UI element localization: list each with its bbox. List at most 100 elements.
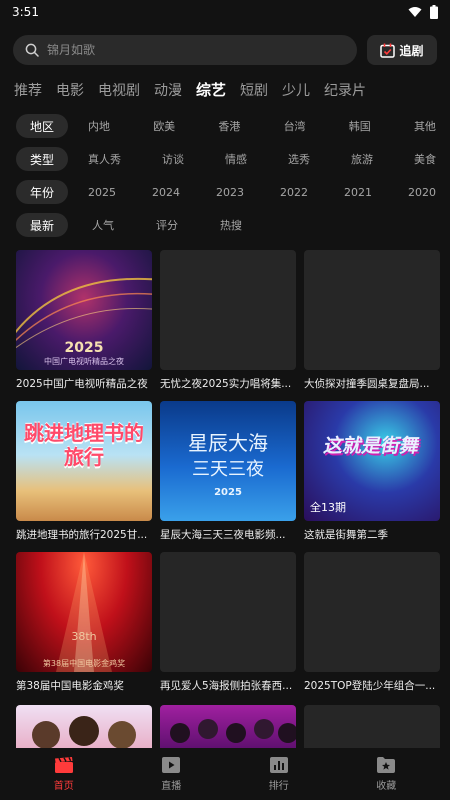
filter-row-type: 类型 真人秀 访谈 情感 选秀 旅游 美食 [16, 147, 442, 171]
content-card[interactable]: 星辰大海 三天三夜 2025 星辰大海三天三夜电影频... [160, 401, 296, 552]
nav-ranking[interactable]: 排行 [239, 756, 319, 792]
play-icon [162, 756, 181, 773]
filter-option[interactable]: 2021 [344, 186, 372, 199]
nav-live[interactable]: 直播 [131, 756, 211, 792]
search-icon [25, 43, 39, 57]
filter-option[interactable]: 情感 [225, 151, 247, 167]
content-card[interactable]: 无忧之夜2025实力唱将集... [160, 250, 296, 401]
poster-placeholder [160, 250, 296, 370]
tab-short-drama[interactable]: 短剧 [240, 80, 268, 100]
poster-image: 2025 中国广电视听精品之夜 [16, 250, 152, 370]
filter-option[interactable]: 2022 [280, 186, 308, 199]
filter-option[interactable]: 台湾 [284, 118, 306, 134]
tab-tv-series[interactable]: 电视剧 [98, 80, 140, 100]
filter-row-year: 年份 2025 2024 2023 2022 2021 2020 [16, 180, 442, 204]
filter-option[interactable]: 欧美 [153, 118, 175, 134]
filter-option[interactable]: 香港 [218, 118, 240, 134]
clapper-icon [54, 756, 73, 773]
status-bar: 3:51 [0, 0, 450, 24]
filter-option[interactable]: 2025 [88, 186, 116, 199]
poster-caption: 中国广电视听精品之夜 [44, 357, 124, 366]
search-row: 追剧 [13, 35, 437, 65]
content-card[interactable]: 大侦探对撞季圆桌复盘局... [304, 250, 440, 401]
content-card[interactable]: 这就是街舞 全13期 这就是街舞第二季 [304, 401, 440, 552]
card-title: 2025中国广电视听精品之夜 [16, 378, 148, 390]
filter-option[interactable]: 热搜 [220, 217, 242, 233]
search-bar[interactable] [13, 35, 357, 65]
content-card[interactable]: 2025TOP登陆少年组合一... [304, 552, 440, 703]
filter-option[interactable]: 2023 [216, 186, 244, 199]
filter-row-sort: 最新 人气 评分 热搜 [16, 213, 442, 237]
poster-caption: 第38届中国电影金鸡奖 [42, 659, 126, 668]
card-title: 第38届中国电影金鸡奖 [16, 680, 124, 692]
nav-label: 首页 [53, 780, 74, 792]
tab-movie[interactable]: 电影 [56, 80, 84, 100]
filter-option[interactable]: 真人秀 [88, 151, 121, 167]
poster-edition: 38th [71, 630, 97, 643]
poster-image[interactable] [16, 705, 152, 748]
tab-kids[interactable]: 少儿 [282, 80, 310, 100]
filter-option[interactable]: 2020 [408, 186, 436, 199]
filter-option[interactable]: 美食 [414, 151, 436, 167]
nav-label: 排行 [268, 780, 289, 792]
card-title: 2025TOP登陆少年组合一... [304, 680, 436, 692]
battery-icon [430, 5, 438, 19]
content-card[interactable]: 跳进地理书的旅行 跳进地理书的旅行2025甘... [16, 401, 152, 552]
wifi-icon [408, 7, 422, 17]
card-title: 这就是街舞第二季 [304, 529, 388, 541]
poster-image: 38th 第38届中国电影金鸡奖 [16, 552, 152, 672]
follow-drama-button[interactable]: 追剧 [367, 35, 437, 65]
nav-home[interactable]: 首页 [24, 756, 104, 792]
poster-subtitle-art: 三天三夜 [192, 459, 264, 480]
poster-placeholder [304, 250, 440, 370]
follow-drama-label: 追剧 [399, 43, 424, 58]
poster-year: 2025 [64, 340, 104, 356]
bottom-nav: 首页 直播 排行 收藏 [0, 748, 450, 800]
poster-image[interactable] [160, 705, 296, 748]
filter-chip-year[interactable]: 年份 [16, 180, 68, 204]
filter-option[interactable]: 内地 [88, 118, 110, 134]
filter-option[interactable]: 人气 [92, 217, 114, 233]
chart-icon [269, 756, 288, 773]
filter-chip-type[interactable]: 类型 [16, 147, 68, 171]
search-input[interactable] [47, 43, 327, 57]
poster-title-art: 这就是街舞 [321, 435, 422, 457]
tab-recommend[interactable]: 推荐 [14, 80, 42, 100]
filter-option[interactable]: 访谈 [162, 151, 184, 167]
tab-documentary[interactable]: 纪录片 [324, 80, 366, 100]
card-title: 再见爱人5海报侧拍张春西... [160, 680, 293, 692]
poster-title-art: 跳进地理书的旅行 [24, 421, 144, 469]
nav-label: 收藏 [376, 780, 397, 792]
poster-image: 星辰大海 三天三夜 2025 [160, 401, 296, 521]
content-card[interactable]: 38th 第38届中国电影金鸡奖 第38届中国电影金鸡奖 [16, 552, 152, 703]
status-time: 3:51 [12, 5, 39, 19]
poster-placeholder [160, 552, 296, 672]
category-tabs: 推荐 电影 电视剧 动漫 综艺 短剧 少儿 纪录片 [14, 76, 366, 100]
filter-option[interactable]: 其他 [414, 118, 436, 134]
card-title: 无忧之夜2025实力唱将集... [160, 378, 292, 390]
card-title: 星辰大海三天三夜电影频... [160, 529, 286, 541]
filter-option[interactable]: 2024 [152, 186, 180, 199]
nav-favorites[interactable]: 收藏 [346, 756, 426, 792]
filter-chip-region[interactable]: 地区 [16, 114, 68, 138]
star-box-icon [377, 756, 396, 773]
nav-label: 直播 [161, 780, 182, 792]
poster-image: 跳进地理书的旅行 [16, 401, 152, 521]
content-grid: 2025 中国广电视听精品之夜 2025中国广电视听精品之夜 无忧之夜2025实… [16, 250, 440, 703]
filter-option[interactable]: 选秀 [288, 151, 310, 167]
content-card[interactable]: 再见爱人5海报侧拍张春西... [160, 552, 296, 703]
poster-title-art: 星辰大海 [188, 431, 268, 455]
spotlight-graphic [56, 552, 112, 672]
tab-anime[interactable]: 动漫 [154, 80, 182, 100]
filter-option[interactable]: 评分 [156, 217, 178, 233]
filter-option[interactable]: 韩国 [349, 118, 371, 134]
filter-option[interactable]: 旅游 [351, 151, 373, 167]
content-card[interactable]: 2025 中国广电视听精品之夜 2025中国广电视听精品之夜 [16, 250, 152, 401]
filter-chip-latest[interactable]: 最新 [16, 213, 68, 237]
poster-placeholder [304, 552, 440, 672]
calendar-check-icon [380, 43, 396, 58]
poster-image: 这就是街舞 全13期 [304, 401, 440, 521]
filter-row-region: 地区 内地 欧美 香港 台湾 韩国 其他 [16, 114, 442, 138]
poster-placeholder[interactable] [304, 705, 440, 748]
tab-variety[interactable]: 综艺 [196, 79, 226, 100]
